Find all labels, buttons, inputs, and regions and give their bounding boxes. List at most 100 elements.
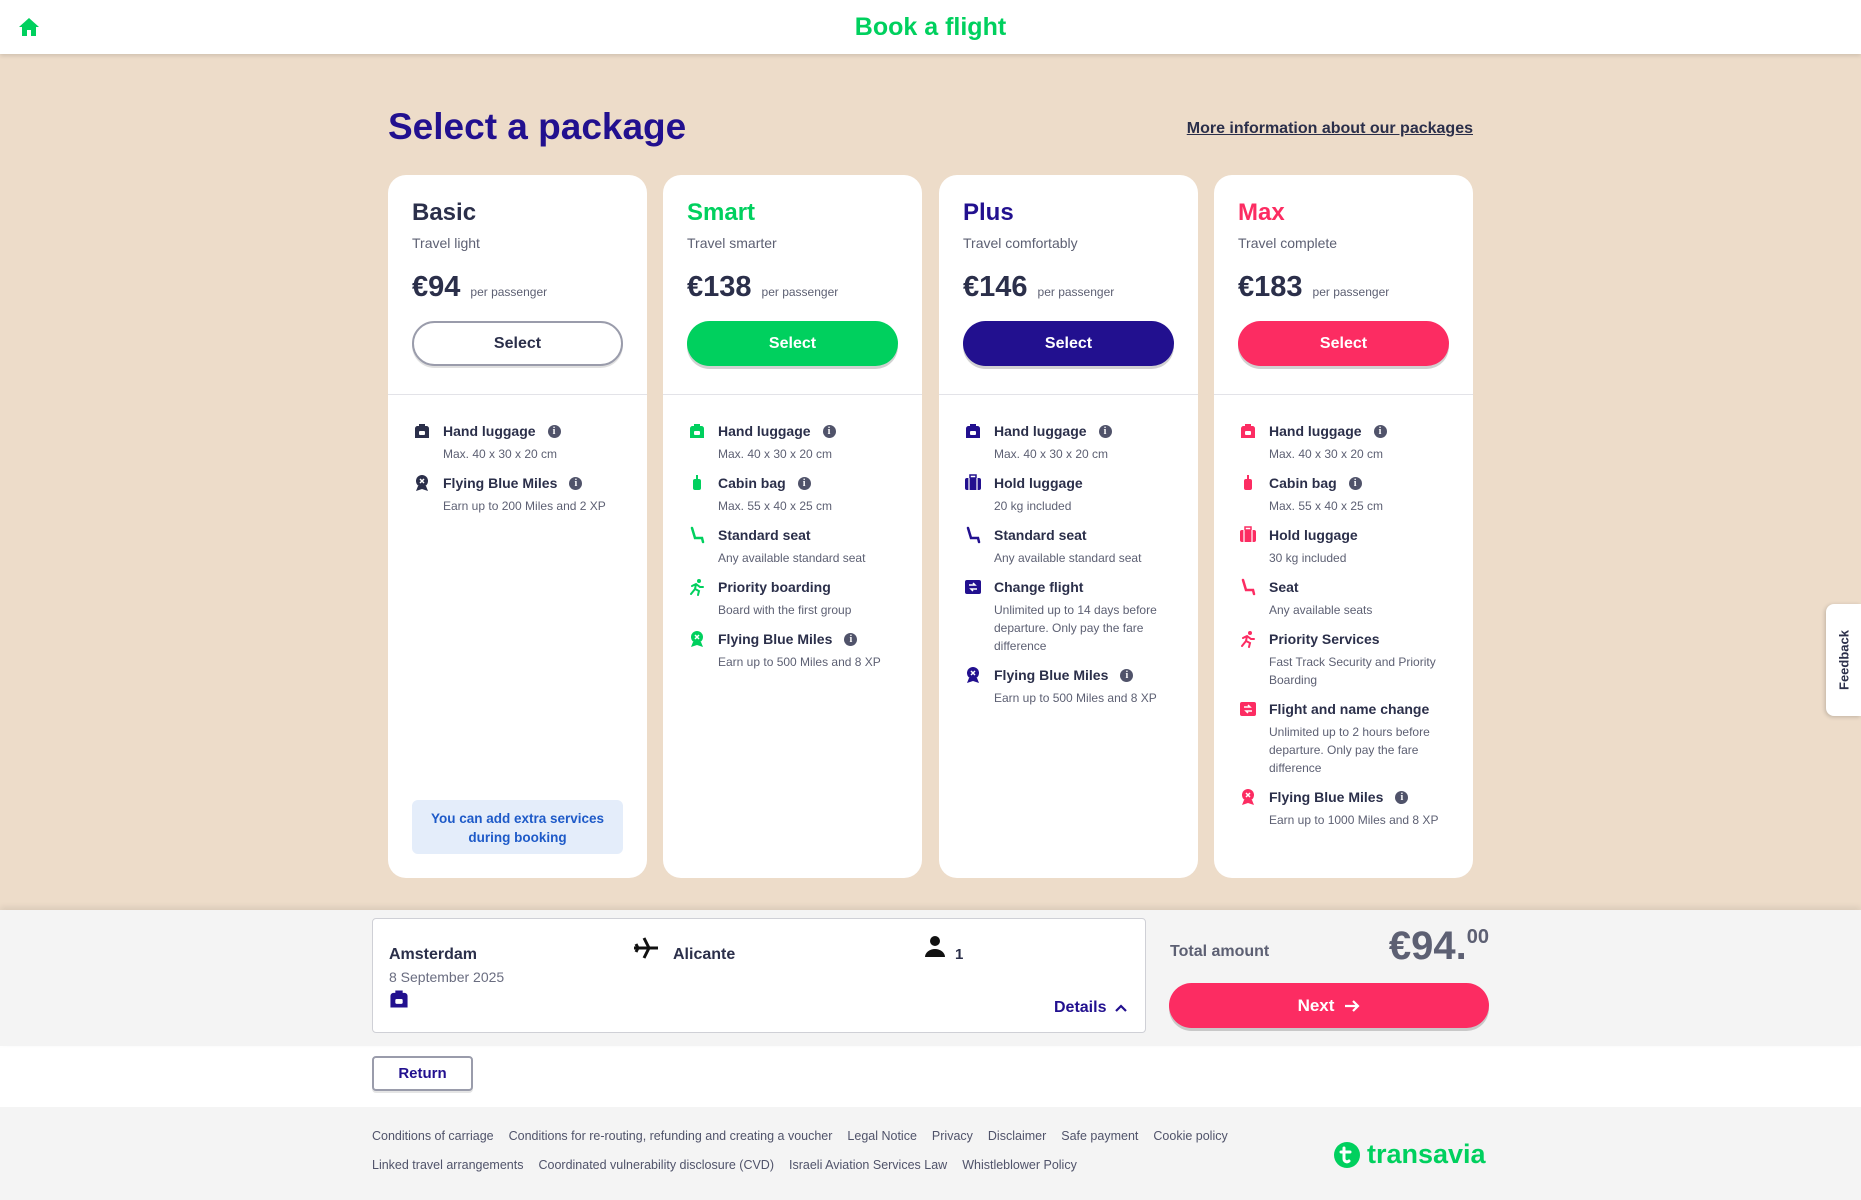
package-subtitle: Travel light	[412, 235, 480, 251]
trolley-icon	[1238, 473, 1258, 493]
return-button[interactable]: Return	[372, 1056, 473, 1091]
select-plus-button[interactable]: Select	[963, 321, 1174, 366]
header-title: Book a flight	[854, 13, 1007, 41]
total-amount-cents: 00	[1466, 926, 1489, 948]
package-name: Max	[1238, 199, 1285, 226]
seat-icon	[687, 525, 707, 545]
feature-desc: Fast Track Security and Priority Boardin…	[1269, 655, 1436, 687]
per-passenger-label: per passenger	[761, 285, 839, 299]
feature-item: Hold luggage 20 kg included	[963, 473, 1174, 515]
info-icon[interactable]: i	[1120, 668, 1134, 682]
per-passenger-label: per passenger	[470, 285, 548, 299]
feature-item: Priority Services Fast Track Security an…	[1238, 631, 1449, 689]
info-icon[interactable]: i	[844, 632, 858, 646]
feature-title: Cabin bag	[1269, 475, 1337, 491]
feature-title: Hold luggage	[994, 475, 1083, 491]
package-name: Plus	[963, 199, 1014, 226]
feature-item: Flying Blue Miles i Earn up to 1000 Miles…	[1238, 789, 1449, 829]
medal-icon	[687, 629, 707, 649]
feature-title: Priority boarding	[718, 579, 831, 595]
footer-link[interactable]: Cookie policy	[1153, 1129, 1227, 1143]
info-icon[interactable]: i	[822, 424, 836, 438]
next-label: Next	[1297, 995, 1335, 1015]
feature-desc: 20 kg included	[994, 499, 1072, 513]
package-name: Smart	[687, 199, 756, 226]
feature-desc: Earn up to 500 Miles and 8 XP	[718, 655, 881, 669]
info-icon[interactable]: i	[1373, 424, 1387, 438]
footer-link[interactable]: Safe payment	[1061, 1129, 1138, 1143]
info-icon[interactable]: i	[1395, 790, 1409, 804]
package-price: €146	[963, 271, 1028, 303]
backpack-icon	[1238, 421, 1258, 441]
package-subtitle: Travel comfortably	[963, 235, 1078, 251]
plane-icon	[632, 934, 660, 962]
backpack-icon	[412, 421, 432, 441]
package-name: Basic	[412, 199, 477, 226]
feature-item: Change flight Unlimited up to 14 days be…	[963, 579, 1174, 655]
passenger-icon	[923, 934, 947, 958]
feature-desc: Any available standard seat	[994, 551, 1142, 565]
footer-link[interactable]: Disclaimer	[988, 1129, 1046, 1143]
package-card-smart: Smart Travel smarter €138 per passenger …	[663, 175, 922, 878]
chevron-up-icon	[1115, 1004, 1128, 1012]
departure-date: 8 September 2025	[389, 969, 505, 985]
transavia-logo[interactable]: transavia	[1333, 1139, 1486, 1170]
per-passenger-label: per passenger	[1037, 285, 1115, 299]
footer-row: Conditions of carriage Conditions for re…	[372, 1129, 1252, 1143]
feature-desc: Unlimited up to 14 days before departure…	[994, 603, 1157, 653]
feedback-tab[interactable]: Feedback	[1826, 604, 1861, 716]
select-max-button[interactable]: Select	[1238, 321, 1449, 366]
package-card-header: Smart Travel smarter €138 per passenger …	[663, 175, 922, 395]
info-icon[interactable]: i	[547, 424, 561, 438]
arrow-right-icon	[1345, 999, 1360, 1012]
package-price: €138	[687, 271, 752, 303]
feature-desc: Max. 40 x 30 x 20 cm	[994, 447, 1109, 461]
info-icon[interactable]: i	[1098, 424, 1112, 438]
select-basic-button[interactable]: Select	[412, 321, 623, 366]
feature-desc: Max. 55 x 40 x 25 cm	[718, 499, 833, 513]
package-card-plus: Plus Travel comfortably €146 per passeng…	[939, 175, 1198, 878]
destination-city: Alicante	[673, 946, 736, 963]
next-button[interactable]: Next	[1169, 983, 1489, 1028]
feature-title: Flying Blue Miles	[443, 475, 558, 491]
total-amount-main: €94.	[1388, 924, 1467, 968]
footer-link[interactable]: Legal Notice	[847, 1129, 917, 1143]
details-toggle[interactable]: Details	[1054, 999, 1128, 1017]
footer: Conditions of carriage Conditions for re…	[0, 1107, 1861, 1200]
feature-desc: Max. 40 x 30 x 20 cm	[718, 447, 833, 461]
medal-icon	[963, 665, 983, 685]
price-row: €138 per passenger	[687, 271, 898, 304]
feature-desc: Board with the first group	[718, 603, 852, 617]
suitcase-icon	[963, 473, 983, 493]
passenger-count: 1	[955, 946, 964, 963]
feature-desc: Max. 40 x 30 x 20 cm	[443, 447, 558, 461]
footer-link[interactable]: Conditions of carriage	[372, 1129, 494, 1143]
feature-item: Flying Blue Miles i Earn up to 500 Miles …	[687, 631, 898, 671]
footer-link[interactable]: Privacy	[932, 1129, 973, 1143]
booking-summary-bar: Amsterdam 8 September 2025 Alicante 1 De…	[0, 910, 1861, 1046]
package-card-max: Max Travel complete €183 per passenger S…	[1214, 175, 1473, 878]
feature-title: Hand luggage	[718, 423, 811, 439]
info-icon[interactable]: i	[797, 476, 811, 490]
footer-link[interactable]: Coordinated vulnerability disclosure (CV…	[538, 1158, 774, 1172]
footer-link[interactable]: Israeli Aviation Services Law	[789, 1158, 947, 1172]
feature-desc: 30 kg included	[1269, 551, 1347, 565]
feature-list: Hand luggage i Max. 40 x 30 x 20 cm Cabin…	[1214, 395, 1473, 829]
feature-title: Hand luggage	[1269, 423, 1362, 439]
package-price: €94	[412, 271, 461, 303]
feature-title: Hold luggage	[1269, 527, 1358, 543]
feature-title: Hand luggage	[994, 423, 1087, 439]
feature-title: Standard seat	[718, 527, 811, 543]
footer-link[interactable]: Whistleblower Policy	[962, 1158, 1077, 1172]
package-section: Select a package More information about …	[0, 54, 1861, 910]
footer-link[interactable]: Conditions for re-routing, refunding and…	[509, 1129, 833, 1143]
footer-link[interactable]: Linked travel arrangements	[372, 1158, 523, 1172]
more-info-link[interactable]: More information about our packages	[1187, 120, 1473, 138]
info-icon[interactable]: i	[569, 476, 583, 490]
feature-title: Flight and name change	[1269, 701, 1430, 717]
feature-item: Standard seat Any available standard sea…	[963, 526, 1174, 567]
select-smart-button[interactable]: Select	[687, 321, 898, 366]
info-icon[interactable]: i	[1348, 476, 1362, 490]
feature-item: Flying Blue Miles i Earn up to 200 Miles …	[412, 475, 623, 515]
feature-title: Flying Blue Miles	[1269, 789, 1384, 805]
